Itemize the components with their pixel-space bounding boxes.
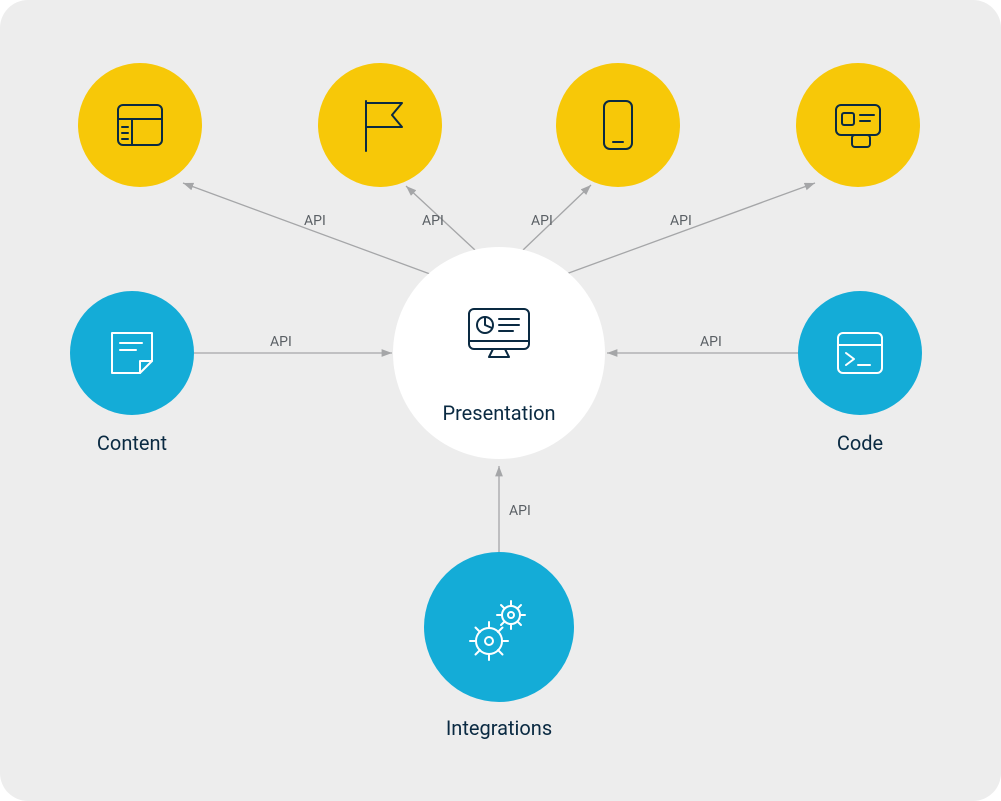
diagram-canvas: API API API API API API API — [0, 0, 1001, 801]
channel-node-mobile — [556, 63, 680, 187]
api-label-bottom: API — [509, 503, 531, 519]
channel-node-flag — [318, 63, 442, 187]
channel-node-layout — [78, 63, 202, 187]
api-label-top2: API — [422, 213, 444, 229]
code-node — [798, 291, 922, 415]
content-label: Content — [97, 431, 167, 455]
api-label-top4: API — [670, 213, 692, 229]
api-label-left: API — [270, 334, 292, 350]
presentation-node — [393, 247, 605, 459]
api-label-top1: API — [304, 213, 326, 229]
architecture-diagram: API API API API API API API — [0, 0, 1001, 801]
content-node — [70, 291, 194, 415]
api-label-right: API — [700, 334, 722, 350]
integrations-label: Integrations — [446, 716, 552, 740]
channel-node-kiosk — [796, 63, 920, 187]
presentation-label: Presentation — [442, 401, 555, 425]
api-label-top3: API — [531, 213, 553, 229]
code-label: Code — [837, 431, 883, 455]
integrations-node — [424, 552, 574, 702]
